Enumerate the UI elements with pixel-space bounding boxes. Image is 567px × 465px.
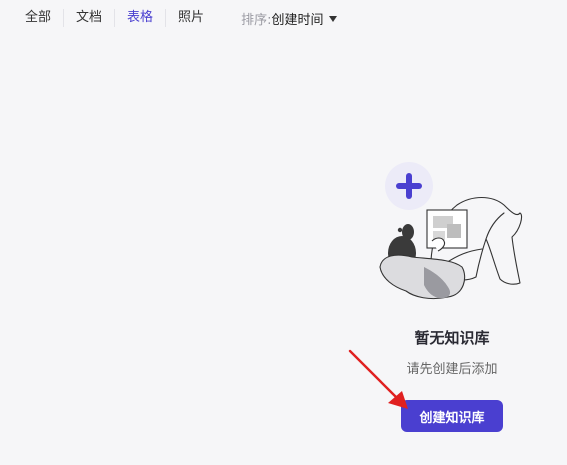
sort-value: 创建时间	[271, 12, 324, 28]
tab-photos[interactable]: 照片	[166, 9, 216, 27]
tab-documents[interactable]: 文档	[64, 9, 114, 27]
tab-list: 全部 文档 表格 照片	[13, 9, 216, 27]
tab-tables[interactable]: 表格	[115, 9, 165, 27]
sort-label: 排序:	[241, 12, 272, 28]
empty-illustration	[379, 162, 523, 300]
empty-title: 暂无知识库	[414, 329, 490, 347]
tab-all[interactable]: 全部	[13, 9, 63, 27]
filter-bar: 全部 文档 表格 照片 排序: 创建时间	[0, 0, 567, 36]
create-knowledge-base-button[interactable]: 创建知识库	[401, 400, 503, 432]
empty-state: 暂无知识库 请先创建后添加 创建知识库	[372, 155, 532, 445]
sort-dropdown[interactable]: 排序: 创建时间	[241, 9, 338, 28]
blanket-shape	[379, 254, 466, 300]
caret-down-icon	[329, 15, 338, 22]
empty-subtitle: 请先创建后添加	[406, 362, 498, 377]
